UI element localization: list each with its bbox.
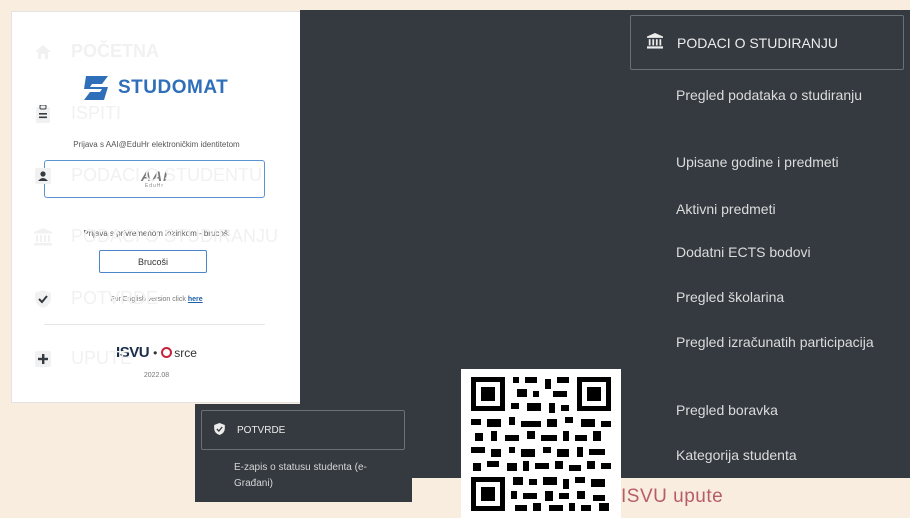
isvu-upute-link[interactable]: ISVU upute (621, 486, 723, 508)
submenu-header-label: PODACI O STUDIRANJU (677, 34, 839, 51)
srce-label: srce (174, 345, 197, 360)
menu-label: POČETNA (71, 41, 160, 61)
plus-square-icon (33, 350, 53, 367)
menu-item-upute[interactable]: UPUTE (33, 348, 132, 369)
potvrde-panel: POTVRDE E-zapis o statusu studenta (e-Gr… (195, 404, 412, 502)
menu-label: PODACI O STUDENTU (71, 165, 263, 185)
submenu-item-pregled-participacija[interactable]: Pregled izračunatih participacija (676, 331, 896, 353)
submenu-item-pregled-podataka[interactable]: Pregled podataka o studiranju (676, 84, 896, 106)
submenu-item-upisane-godine[interactable]: Upisane godine i predmeti (676, 151, 896, 173)
studomat-s-icon (84, 76, 108, 100)
menu-label: PODACI O STUDIRANJU (71, 226, 279, 246)
id-card-icon (33, 167, 53, 184)
brand-name: STUDOMAT (118, 77, 229, 98)
menu-item-podaci-o-studentu[interactable]: PODACI O STUDENTU (33, 165, 262, 186)
menu-item-podaci-o-studiranju[interactable]: PODACI O STUDIRANJU (33, 226, 278, 247)
brucosi-button[interactable]: Brucoši (99, 250, 207, 273)
menu-label: ISPITI (71, 103, 122, 123)
submenu-header-podaci-o-studiranju[interactable]: PODACI O STUDIRANJU (630, 15, 904, 70)
studomat-logo: STUDOMAT (82, 73, 228, 103)
potvrde-item-e-zapis[interactable]: E-zapis o statusu studenta (e-Građani) (234, 460, 404, 492)
english-version-link[interactable]: here (188, 296, 203, 303)
submenu-item-pregled-skolarina[interactable]: Pregled školarina (676, 286, 896, 308)
menu-item-potvrde[interactable]: POTVRDE (33, 288, 158, 309)
submenu-item-kategorija-studenta[interactable]: Kategorija studenta (676, 444, 896, 466)
shield-check-icon (214, 422, 225, 438)
divider (44, 324, 265, 325)
submenu-item-dodatni-ects[interactable]: Dodatni ECTS bodovi (676, 241, 896, 263)
menu-label: UPUTE (71, 348, 133, 368)
submenu-item-aktivni-predmeti[interactable]: Aktivni predmeti (676, 198, 896, 220)
qr-code-icon (461, 369, 621, 518)
qr-code[interactable] (461, 369, 621, 518)
login-card: STUDOMAT Prijava s AAI@EduHr elektroničk… (11, 11, 302, 403)
potvrde-header-label: POTVRDE (237, 424, 286, 436)
potvrde-header[interactable]: POTVRDE (201, 410, 405, 450)
menu-item-ispiti[interactable]: ISPITI (33, 103, 121, 124)
submenu-item-pregled-boravka[interactable]: Pregled boravka (676, 399, 896, 421)
shield-check-icon (33, 289, 53, 308)
srce-logo: srce (161, 346, 197, 360)
version-label: 2022.08 (143, 372, 170, 379)
srce-heart-icon (161, 347, 173, 358)
separator-dot: • (153, 345, 158, 360)
university-icon (647, 33, 663, 52)
menu-label: POTVRDE (71, 288, 159, 308)
menu-item-pocetna[interactable]: POČETNA (33, 41, 159, 62)
aai-caption: Prijava s AAI@EduHr elektroničkim identi… (73, 140, 240, 149)
home-icon (33, 44, 53, 60)
university-icon (33, 227, 53, 246)
clipboard-icon (33, 104, 53, 123)
